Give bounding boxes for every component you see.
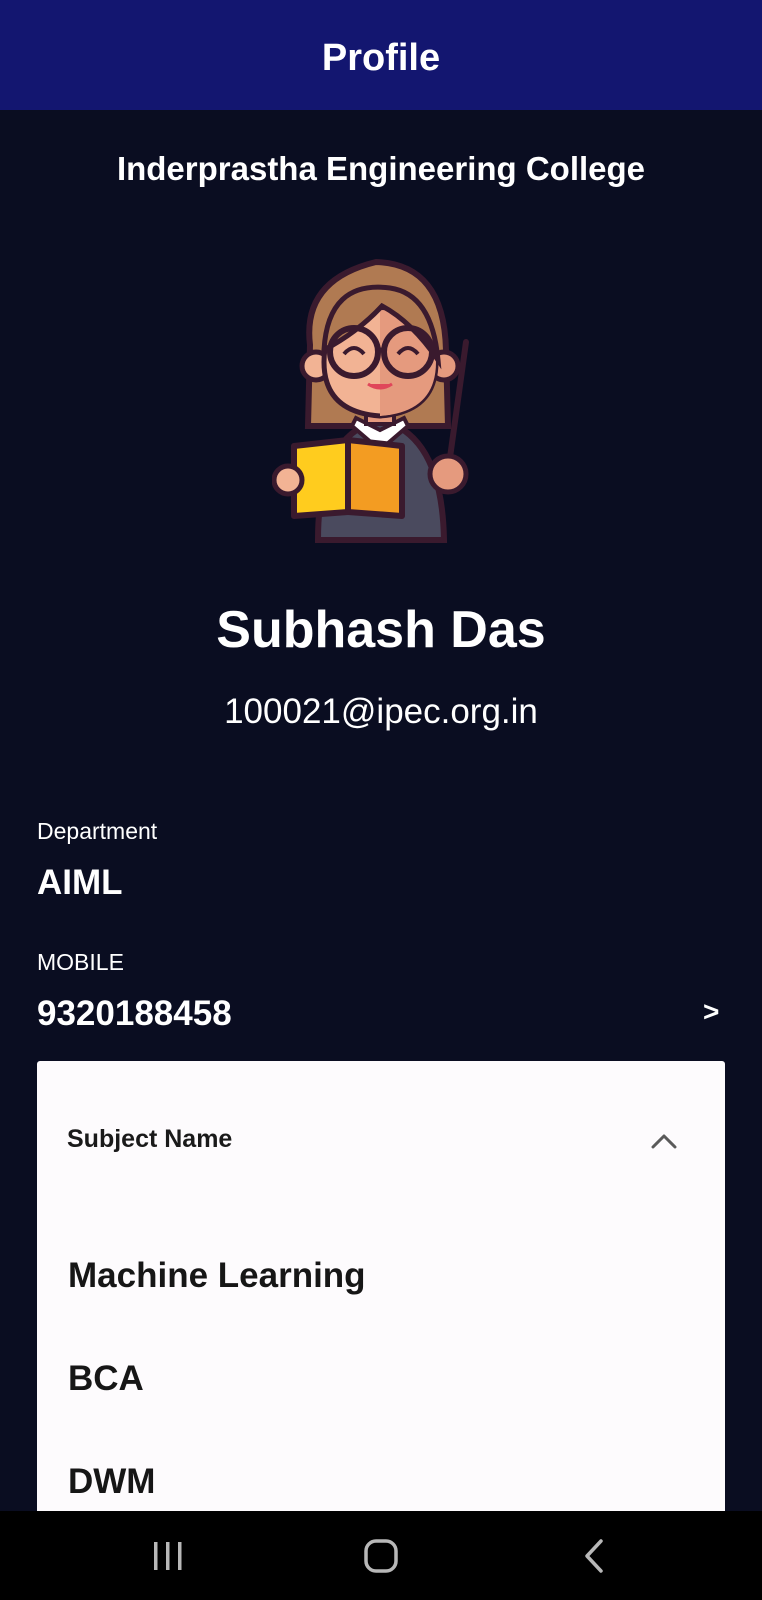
subject-item[interactable]: Machine Learning [68, 1256, 366, 1296]
system-nav-bar [0, 1511, 762, 1600]
profile-email: 100021@ipec.org.in [224, 692, 538, 731]
department-label: Department [37, 818, 158, 844]
mobile-value: 9320188458 [37, 994, 232, 1033]
subject-item[interactable]: DWM [68, 1462, 155, 1502]
college-name: Inderprastha Engineering College [116, 150, 646, 187]
back-icon [585, 1538, 603, 1573]
profile-name: Subhash Das [216, 601, 546, 659]
profile-screen: Profile Inderprastha Engineering College [0, 0, 762, 1600]
teacher-avatar-icon [272, 258, 469, 543]
back-button[interactable] [534, 1511, 654, 1600]
page-title: Profile [321, 36, 441, 79]
mobile-label: MOBILE [37, 949, 124, 975]
mobile-action-arrow[interactable]: > [703, 996, 719, 1028]
recents-button[interactable] [108, 1511, 228, 1600]
subjects-header[interactable]: Subject Name [67, 1125, 232, 1154]
app-bar: Profile [0, 0, 762, 110]
subject-item[interactable]: BCA [68, 1359, 144, 1399]
recents-icon [154, 1541, 182, 1570]
chevron-up-icon[interactable] [651, 1133, 677, 1149]
department-value: AIML [37, 863, 123, 902]
home-icon [364, 1538, 398, 1573]
home-button[interactable] [321, 1511, 441, 1600]
